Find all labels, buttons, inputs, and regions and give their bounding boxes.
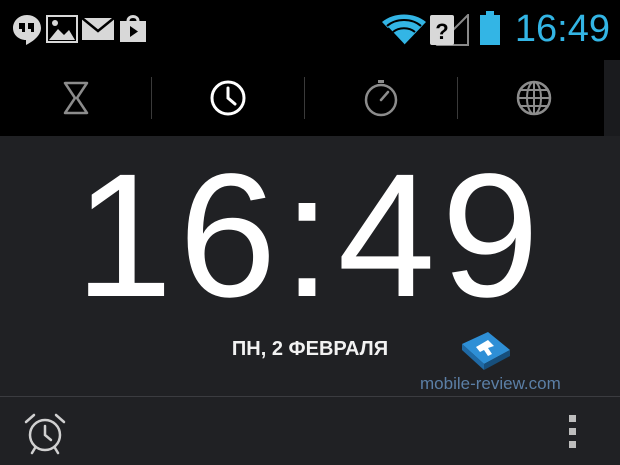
wifi-icon <box>382 14 426 46</box>
globe-icon <box>516 80 551 116</box>
watermark-text: mobile-review.com <box>420 374 561 393</box>
gallery-icon <box>46 15 78 43</box>
tab-world-clock[interactable] <box>458 60 609 136</box>
overflow-menu-button[interactable] <box>556 411 590 455</box>
tab-clock[interactable] <box>152 60 303 136</box>
side-strip <box>604 60 620 136</box>
tab-bar <box>0 60 604 136</box>
play-store-icon <box>120 15 146 42</box>
tab-stopwatch[interactable] <box>305 60 456 136</box>
alarm-icon <box>24 413 66 455</box>
overflow-menu-icon <box>569 415 576 448</box>
stopwatch-icon <box>364 80 397 117</box>
watermark: mobile-review.com <box>414 330 564 394</box>
hangouts-icon <box>13 15 41 45</box>
svg-text:?: ? <box>435 19 448 44</box>
no-sim-signal-icon: ? <box>430 14 469 46</box>
status-bar-time: 16:49 <box>514 8 610 50</box>
clock-time: 16:49 <box>74 138 546 334</box>
watermark-logo-icon <box>462 332 510 370</box>
email-icon <box>81 17 115 40</box>
tab-timer[interactable] <box>0 60 151 136</box>
battery-icon <box>480 11 500 45</box>
bottom-bar <box>0 397 620 465</box>
hourglass-icon <box>63 81 88 115</box>
alarm-button[interactable] <box>22 411 70 455</box>
clock-icon <box>210 80 245 116</box>
status-bar: ? 16:49 <box>0 0 620 60</box>
